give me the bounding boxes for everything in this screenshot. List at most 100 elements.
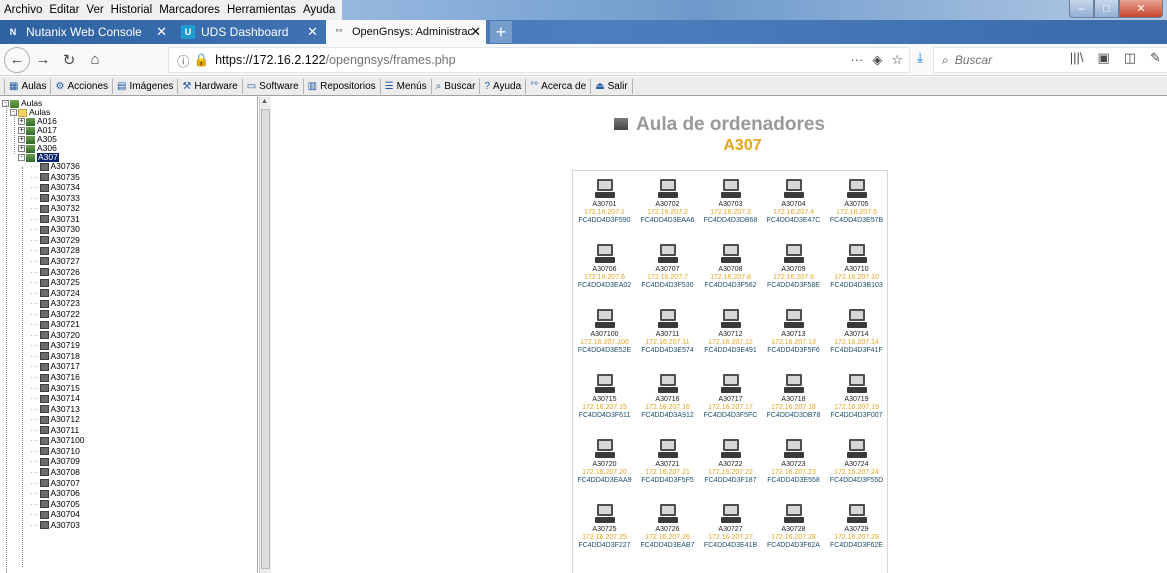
computer-item[interactable]: A30720 172.16.207.20 FC4DD4D3EAA9 — [573, 439, 636, 485]
tree-pc-item[interactable]: ··· A30721 — [30, 320, 80, 329]
tree-pc-item[interactable]: ··· A30728 — [30, 246, 80, 255]
tree-pc-item[interactable]: ··· A30708 — [30, 467, 80, 477]
computer-icon[interactable] — [594, 374, 615, 394]
forward-button[interactable]: → — [30, 47, 56, 73]
computer-icon[interactable] — [657, 439, 678, 459]
tree-pc-item[interactable]: ··· A30724 — [30, 288, 80, 298]
tree-pc-item[interactable]: ··· A30725 — [30, 278, 80, 287]
menu-editar[interactable]: Editar — [49, 4, 79, 16]
tree-pc-item[interactable]: ··· A30720 — [30, 330, 80, 340]
scroll-up-icon[interactable]: ▲ — [261, 98, 268, 105]
tree-pc-item[interactable]: ··· A30736 — [30, 162, 80, 171]
tree-pc-item[interactable]: ··· A30710 — [30, 446, 80, 456]
computer-icon[interactable] — [720, 504, 741, 524]
expand-icon[interactable]: + — [18, 136, 25, 143]
pocket-icon[interactable]: ◈ — [872, 52, 882, 68]
tree-pc-item[interactable]: ··· A30719 — [30, 341, 80, 350]
extension-icon[interactable]: ▣ — [1098, 50, 1110, 66]
computer-icon[interactable] — [657, 504, 678, 524]
new-tab-button[interactable]: + — [490, 21, 512, 43]
computer-item[interactable]: A30722 172.16.207.22 FC4DD4D3F187 — [699, 439, 762, 485]
computer-icon[interactable] — [783, 244, 804, 264]
computer-icon[interactable] — [594, 244, 615, 264]
computer-icon[interactable] — [846, 244, 867, 264]
tab-nutanix[interactable]: N Nutanix Web Console ✕ — [0, 20, 175, 44]
computer-icon[interactable] — [594, 179, 615, 199]
tree-pc-item[interactable]: ··· A30709 — [30, 457, 80, 466]
computer-item[interactable]: A30716 172.16.207.16 FC4DD4D3A912 — [636, 374, 699, 420]
computer-item[interactable]: A307100 172.16.207.100 FC4DD4D3E52E — [573, 309, 636, 355]
close-tab-icon[interactable]: ✕ — [307, 24, 318, 40]
tree-pc-item[interactable]: ··· A30731 — [30, 214, 80, 224]
toolbar-acerca-de[interactable]: °° Acerca de — [526, 78, 592, 94]
computer-item[interactable]: A30709 172.16.207.9 FC4DD4D3F58E — [762, 244, 825, 290]
tree-pc-item[interactable]: ··· A30705 — [30, 499, 80, 509]
lock-icon[interactable]: 🔒 — [194, 53, 210, 68]
menu-ver[interactable]: Ver — [86, 4, 103, 16]
menu-archivo[interactable]: Archivo — [4, 4, 42, 16]
close-tab-icon[interactable]: ✕ — [470, 24, 481, 40]
url-bar[interactable]: ⓘ 🔒 https://172.16.2.122/opengnsys/frame… — [168, 47, 910, 73]
computer-icon[interactable] — [720, 374, 741, 394]
tab-uds[interactable]: U UDS Dashboard ✕ — [175, 20, 326, 44]
toolbar-repositorios[interactable]: ▥ Repositorios — [304, 78, 381, 94]
tree-pc-item[interactable]: ··· A30723 — [30, 299, 80, 308]
computer-icon[interactable] — [594, 504, 615, 524]
computer-item[interactable]: A30706 172.16.207.6 FC4DD4D3EA02 — [573, 244, 636, 290]
menu-marcadores[interactable]: Marcadores — [159, 4, 220, 16]
tree-pc-item[interactable]: ··· A30735 — [30, 172, 80, 182]
tree-pc-item[interactable]: ··· A30713 — [30, 404, 80, 414]
toolbar-hardware[interactable]: ⚒ Hardware — [178, 78, 243, 94]
computer-item[interactable]: A30710 172.16.207.10 FC4DD4D3B103 — [825, 244, 888, 290]
tree-pc-item[interactable]: ··· A30718 — [30, 351, 80, 361]
computer-item[interactable]: A30717 172.16.207.17 FC4DD4D3F5FC — [699, 374, 762, 420]
menu-historial[interactable]: Historial — [111, 4, 153, 16]
tree-pc-item[interactable]: ··· A30729 — [30, 235, 80, 245]
toolbar-menus[interactable]: ☰ Menús — [381, 78, 432, 94]
reload-button[interactable]: ↻ — [56, 47, 82, 73]
computer-item[interactable]: A30714 172.16.207.14 FC4DD4D3F41F — [825, 309, 888, 355]
computer-icon[interactable] — [594, 309, 615, 329]
computer-icon[interactable] — [657, 309, 678, 329]
tree-pc-item[interactable]: ··· A307100 — [30, 436, 85, 445]
tree-pc-item[interactable]: ··· A30703 — [30, 520, 80, 530]
computer-icon[interactable] — [783, 179, 804, 199]
computer-item[interactable]: A30707 172.16.207.7 FC4DD4D3F530 — [636, 244, 699, 290]
computer-icon[interactable] — [657, 244, 678, 264]
tree-pc-item[interactable]: ··· A30704 — [30, 510, 80, 519]
toolbar-aulas[interactable]: ▦ Aulas — [4, 78, 52, 94]
computer-item[interactable]: A30728 172.16.207.28 FC4DD4D3F62A — [762, 504, 825, 550]
tree-pc-item[interactable]: ··· A30711 — [30, 425, 79, 435]
computer-icon[interactable] — [783, 439, 804, 459]
tree-scrollbar[interactable]: ▲ — [259, 97, 271, 573]
computer-icon[interactable] — [846, 374, 867, 394]
tree-pc-item[interactable]: ··· A30734 — [30, 183, 80, 192]
tree-pc-item[interactable]: ··· A30717 — [30, 362, 80, 371]
tree-pc-item[interactable]: ··· A30722 — [30, 309, 80, 319]
library-icon[interactable]: |||\ — [1070, 50, 1084, 66]
computer-icon[interactable] — [783, 374, 804, 394]
toolbar-imagenes[interactable]: ▤ Imágenes — [113, 78, 179, 94]
back-button[interactable]: ← — [4, 46, 30, 73]
close-tab-icon[interactable]: ✕ — [156, 24, 167, 40]
computer-item[interactable]: A30718 172.16.207.18 FC4DD4D3DB78 — [762, 374, 825, 420]
tree-pc-item[interactable]: ··· A30714 — [30, 394, 80, 403]
tree-pc-item[interactable]: ··· A30707 — [30, 478, 80, 488]
page-actions-icon[interactable]: ··· — [850, 52, 863, 68]
computer-item[interactable]: A30729 172.16.207.29 FC4DD4D3F62E — [825, 504, 888, 550]
tab-opengnsys[interactable]: °° OpenGnsys: Administración web ✕ — [326, 20, 486, 44]
sidebar-icon[interactable]: ◫ — [1124, 50, 1136, 66]
computer-item[interactable]: A30719 172.16.207.19 FC4DD4D3F007 — [825, 374, 888, 420]
toolbar-software[interactable]: ▭ Software — [243, 78, 304, 94]
computer-icon[interactable] — [720, 179, 741, 199]
menu-herramientas[interactable]: Herramientas — [227, 4, 296, 16]
tree-pc-item[interactable]: ··· A30716 — [30, 373, 80, 382]
expand-icon[interactable]: + — [18, 118, 25, 125]
toolbar-ayuda[interactable]: ? Ayuda — [480, 78, 527, 94]
computer-icon[interactable] — [657, 374, 678, 394]
computer-item[interactable]: A30727 172.16.207.27 FC4DD4D3E41B — [699, 504, 762, 550]
computer-icon[interactable] — [720, 309, 741, 329]
menu-ayuda[interactable]: Ayuda — [303, 4, 335, 16]
computer-item[interactable]: A30702 172.16.207.2 FC4DD4D3EAA6 — [636, 179, 699, 225]
info-icon[interactable]: ⓘ — [177, 51, 190, 70]
